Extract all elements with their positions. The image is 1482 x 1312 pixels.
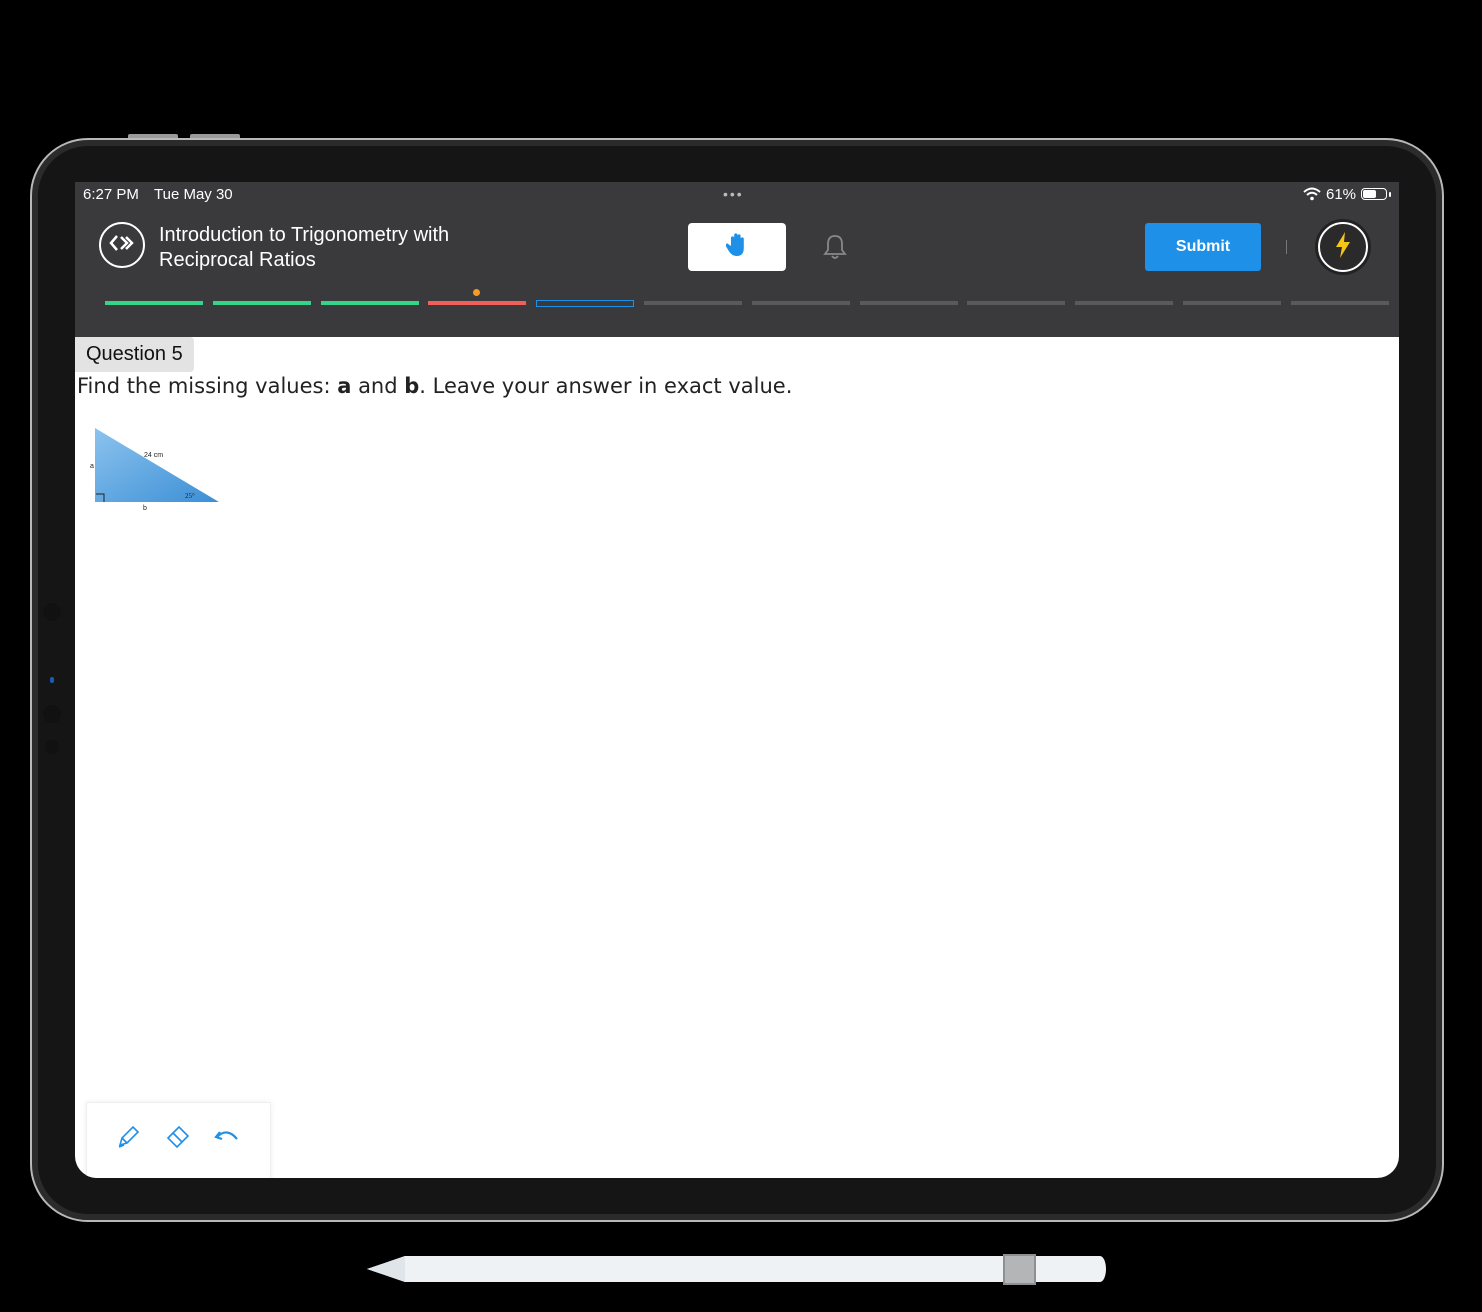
triangle-figure: 24 cm a b 25° <box>85 425 225 520</box>
progress-segment-wrong[interactable] <box>428 301 527 305</box>
progress-segment-correct[interactable] <box>212 301 311 305</box>
lightning-icon <box>1334 231 1352 264</box>
raise-hand-button[interactable] <box>688 223 786 271</box>
lesson-title: Introduction to Trigonometry with Recipr… <box>159 223 579 273</box>
camera-dot <box>43 603 61 621</box>
progress-segment-pending[interactable] <box>1290 301 1389 305</box>
side-a-label: a <box>90 463 94 470</box>
status-date: Tue May 30 <box>154 186 233 203</box>
progress-segment-pending[interactable] <box>644 301 742 305</box>
question-text: Find the missing values: a and b. Leave … <box>77 374 792 398</box>
pen-icon[interactable] <box>114 1121 144 1151</box>
progress-segment-correct[interactable] <box>320 301 419 305</box>
question-label: Question 5 <box>75 337 194 372</box>
flag-dot <box>473 289 481 296</box>
progress-segment-pending[interactable] <box>751 301 850 305</box>
status-time: 6:27 PM <box>83 186 139 203</box>
raise-hand-icon <box>725 232 748 263</box>
battery-cap <box>1389 192 1391 197</box>
progress-segment-pending[interactable] <box>967 301 1066 305</box>
camera-dot <box>45 740 59 754</box>
question-text-part: and <box>351 374 405 398</box>
progress-segment-correct[interactable] <box>105 301 203 305</box>
hypotenuse-label: 24 cm <box>144 452 163 459</box>
question-progress-bar <box>105 289 1389 307</box>
progress-segment-pending[interactable] <box>859 301 958 305</box>
lesson-title-line1: Introduction to Trigonometry with <box>159 224 450 246</box>
undo-icon[interactable] <box>212 1121 242 1151</box>
battery-icon <box>1361 188 1387 200</box>
boost-button[interactable] <box>1318 222 1368 272</box>
question-var-b: b <box>404 374 420 398</box>
app-header: 6:27 PM Tue May 30 ••• 61% Introduction … <box>75 182 1399 337</box>
submit-button[interactable]: Submit <box>1145 223 1261 271</box>
app-screen: 6:27 PM Tue May 30 ••• 61% Introduction … <box>75 182 1399 1178</box>
question-text-part: Find the missing values: <box>77 374 338 398</box>
side-b-label: b <box>143 505 147 512</box>
camera-dot <box>43 705 61 723</box>
exit-button[interactable] <box>99 222 145 268</box>
stylus-pencil <box>365 1248 1110 1295</box>
camera-lens <box>50 677 54 683</box>
wifi-icon <box>1303 187 1321 206</box>
progress-segment-current[interactable] <box>536 300 635 307</box>
lesson-title-line2: Reciprocal Ratios <box>159 249 316 271</box>
angle-label: 25° <box>185 492 195 500</box>
progress-segment-pending[interactable] <box>1075 301 1174 305</box>
multitasking-dots[interactable]: ••• <box>723 186 744 202</box>
battery-fill <box>1363 190 1377 198</box>
drawing-toolbar <box>86 1102 271 1178</box>
eraser-icon[interactable] <box>163 1121 193 1151</box>
exit-icon <box>109 233 135 258</box>
progress-segment-pending[interactable] <box>1183 301 1281 305</box>
question-text-part: . Leave your answer in exact value. <box>419 374 793 398</box>
bell-icon[interactable] <box>823 233 847 266</box>
divider <box>1286 240 1287 254</box>
question-var-a: a <box>337 374 352 398</box>
triangle-shape <box>95 428 219 502</box>
battery-percent: 61% <box>1326 186 1357 203</box>
